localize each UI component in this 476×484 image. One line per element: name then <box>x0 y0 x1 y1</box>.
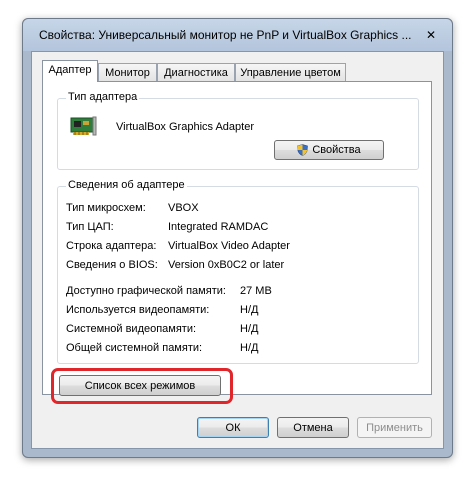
adapter-info-group: Сведения об адаптере Тип микросхем: VBOX… <box>57 179 419 364</box>
adapter-string-value: VirtualBox Video Adapter <box>168 240 290 252</box>
graphics-card-icon <box>70 115 98 137</box>
adapter-info-group-title: Сведения об адаптере <box>66 179 187 191</box>
adapter-string-label: Строка адаптера: <box>66 240 157 252</box>
tab-diagnostics[interactable]: Диагностика <box>157 63 235 82</box>
apply-button[interactable]: Применить <box>357 417 432 438</box>
dac-type-label: Тип ЦАП: <box>66 221 114 233</box>
adapter-type-group: Тип адаптера VirtualBox Graphics Adapter… <box>57 91 419 170</box>
properties-dialog: Свойства: Универсальный монитор не PnP и… <box>22 18 453 458</box>
bios-info-label: Сведения о BIOS: <box>66 259 158 271</box>
chip-type-label: Тип микросхем: <box>66 202 146 214</box>
video-memory-used-value: Н/Д <box>240 304 259 316</box>
system-video-memory-label: Системной видеопамяти: <box>66 323 197 335</box>
uac-shield-icon <box>297 144 309 156</box>
bios-info-value: Version 0xB0C2 or later <box>168 259 285 271</box>
ok-button[interactable]: ОК <box>197 417 269 438</box>
system-video-memory-value: Н/Д <box>240 323 259 335</box>
dialog-client-area: Адаптер Монитор Диагностика Управление ц… <box>31 51 444 449</box>
list-all-modes-button[interactable]: Список всех режимов <box>59 375 221 396</box>
cancel-button[interactable]: Отмена <box>277 417 349 438</box>
tab-adapter[interactable]: Адаптер <box>42 60 98 82</box>
dac-type-value: Integrated RAMDAC <box>168 221 269 233</box>
adapter-type-group-title: Тип адаптера <box>66 91 140 103</box>
properties-button[interactable]: Свойства <box>274 140 384 160</box>
tab-monitor[interactable]: Монитор <box>98 63 157 82</box>
chip-type-value: VBOX <box>168 202 199 214</box>
available-graphics-memory-value: 27 MB <box>240 285 272 297</box>
window-title: Свойства: Универсальный монитор не PnP и… <box>39 28 412 42</box>
properties-button-label: Свойства <box>312 144 361 156</box>
shared-system-memory-value: Н/Д <box>240 342 259 354</box>
available-graphics-memory-label: Доступно графической памяти: <box>66 285 226 297</box>
adapter-name: VirtualBox Graphics Adapter <box>116 121 254 133</box>
tab-color-management[interactable]: Управление цветом <box>235 63 346 82</box>
shared-system-memory-label: Общей системной памяти: <box>66 342 203 354</box>
title-bar[interactable]: Свойства: Универсальный монитор не PnP и… <box>23 19 452 51</box>
close-icon[interactable]: ✕ <box>424 28 438 42</box>
adapter-tab-panel: Тип адаптера VirtualBox Graphics Adapter… <box>42 81 432 404</box>
video-memory-used-label: Используется видеопамяти: <box>66 304 210 316</box>
